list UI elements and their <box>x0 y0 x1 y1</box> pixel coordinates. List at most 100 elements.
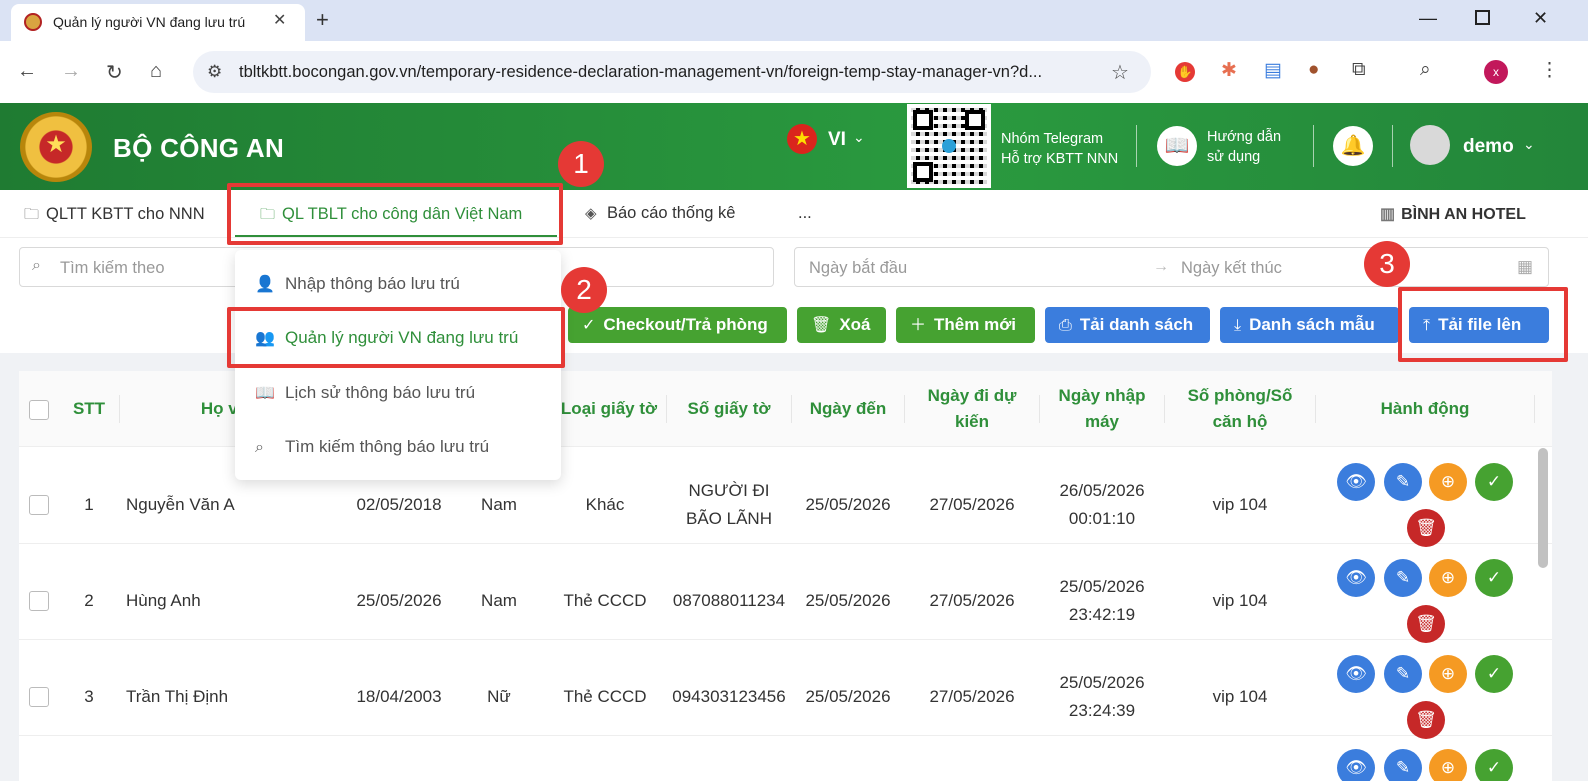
bookmark-star-icon[interactable]: ☆ <box>1111 60 1129 85</box>
minimize-icon[interactable]: — <box>1419 8 1437 29</box>
row-checkbox[interactable] <box>29 687 49 707</box>
annotation-box-upload <box>1398 287 1568 362</box>
user-guide-link[interactable]: Hướng dẫn sử dụng <box>1207 127 1281 167</box>
username-menu[interactable]: demo <box>1463 136 1514 158</box>
home-icon[interactable]: ⌂ <box>150 60 162 83</box>
col-actions: Hành động <box>1380 399 1470 418</box>
cell-doc-type: Khác <box>585 495 625 514</box>
add-circle-icon[interactable]: ⊕ <box>1429 463 1467 501</box>
site-settings-icon[interactable]: ⚙ <box>207 62 222 82</box>
check-circle-icon[interactable]: ✓ <box>1475 559 1513 597</box>
submenu-item-history[interactable]: 📖 Lịch sử thông báo lưu trú <box>255 383 475 403</box>
cell-room: vip 104 <box>1212 591 1268 610</box>
submenu-item-enter-notice[interactable]: 👤 Nhập thông báo lưu trú <box>255 274 460 294</box>
row-checkbox[interactable] <box>29 495 49 515</box>
adblock-extension-icon[interactable]: ✋ <box>1175 62 1195 82</box>
extension-icon[interactable]: ✱ <box>1221 59 1237 82</box>
edit-pencil-icon[interactable]: ✎ <box>1384 559 1422 597</box>
calendar-icon[interactable]: ▦ <box>1517 257 1533 277</box>
view-eye-icon[interactable]: 👁 <box>1337 749 1375 781</box>
new-tab-icon[interactable]: + <box>316 7 329 33</box>
menu-item-qltt-kbtt[interactable]: 🗀 QLTT KBTT cho NNN <box>24 204 205 229</box>
col-entry-date[interactable]: Ngày nhập máy <box>1042 383 1162 435</box>
address-bar[interactable]: ⚙ tbltkbtt.bocongan.gov.vn/temporary-res… <box>193 51 1151 93</box>
cell-departure: 27/05/2026 <box>929 495 1015 514</box>
back-icon[interactable]: ← <box>17 60 37 83</box>
chevron-down-icon[interactable]: ⌄ <box>1523 136 1535 153</box>
table-row[interactable]: 3 Trần Thị Định 18/04/2003 Nữ Thẻ CCCD 0… <box>19 640 1552 739</box>
col-room[interactable]: Số phòng/Số căn hộ <box>1167 383 1313 435</box>
view-eye-icon[interactable]: 👁 <box>1337 559 1375 597</box>
tab-search-icon[interactable]: ⌕ <box>1420 59 1431 81</box>
extension-doc-icon[interactable]: ▤ <box>1264 59 1282 82</box>
language-selector[interactable]: VI <box>828 129 846 151</box>
row-checkbox[interactable] <box>29 591 49 611</box>
profile-avatar[interactable]: x <box>1484 60 1508 84</box>
favicon-icon <box>24 13 42 31</box>
cell-name: Hùng Anh <box>126 591 201 610</box>
menu-item-more[interactable]: ... <box>798 204 812 223</box>
add-circle-icon[interactable]: ⊕ <box>1429 655 1467 693</box>
menu-item-report[interactable]: ◈ Báo cáo thống kê <box>585 204 735 223</box>
maximize-icon[interactable] <box>1475 10 1490 25</box>
download-list-button[interactable]: ⎙ Tải danh sách <box>1045 307 1210 343</box>
col-arrival[interactable]: Ngày đến <box>794 396 902 422</box>
table-scrollbar[interactable] <box>1538 448 1548 568</box>
delete-button[interactable]: 🗑 Xoá <box>797 307 886 343</box>
select-all-checkbox[interactable] <box>29 400 49 420</box>
cell-room: vip 104 <box>1212 495 1268 514</box>
telegram-support-link[interactable]: Nhóm Telegram Hỗ trợ KBTT NNN <box>1001 129 1118 169</box>
browser-menu-icon[interactable]: ⋮ <box>1540 59 1559 82</box>
edit-pencil-icon[interactable]: ✎ <box>1384 655 1422 693</box>
template-list-button[interactable]: ⤓ Danh sách mẫu <box>1220 307 1399 343</box>
start-date-field[interactable]: Ngày bắt đầu <box>809 259 907 278</box>
cell-arrival: 25/05/2026 <box>805 591 891 610</box>
cell-doc-no: 094303123456 <box>672 687 786 706</box>
user-avatar[interactable] <box>1410 125 1450 165</box>
reload-icon[interactable]: ↻ <box>106 60 123 85</box>
col-doc-no[interactable]: Số giấy tờ <box>669 396 789 422</box>
chevron-down-icon[interactable]: ⌄ <box>853 129 865 146</box>
view-eye-icon[interactable]: 👁 <box>1337 655 1375 693</box>
checkout-button[interactable]: ✓ Checkout/Trả phòng <box>568 307 787 343</box>
cell-stt: 1 <box>84 495 94 514</box>
cookie-extension-icon[interactable]: ● <box>1308 59 1319 81</box>
col-departure[interactable]: Ngày đi dự kiến <box>907 383 1037 435</box>
view-eye-icon[interactable]: 👁 <box>1337 463 1375 501</box>
check-circle-icon[interactable]: ✓ <box>1475 463 1513 501</box>
delete-trash-icon[interactable]: 🗑 <box>1407 701 1445 739</box>
annotation-badge-1: 1 <box>558 141 604 187</box>
submenu-item-search[interactable]: ⌕ Tìm kiếm thông báo lưu trú <box>255 437 489 457</box>
add-new-button[interactable]: ＋ Thêm mới <box>896 307 1035 343</box>
forward-icon[interactable]: → <box>61 60 81 83</box>
close-window-icon[interactable]: ✕ <box>1533 8 1548 29</box>
add-circle-icon[interactable]: ⊕ <box>1429 749 1467 781</box>
trash-icon: 🗑 <box>811 317 832 334</box>
tab-title: Quản lý người VN đang lưu trú <box>53 14 246 30</box>
date-range-picker[interactable]: Ngày bắt đầu → Ngày kết thúc ▦ <box>794 247 1549 287</box>
vietnam-flag-icon[interactable]: ★ <box>787 124 817 154</box>
end-date-field[interactable]: Ngày kết thúc <box>1181 259 1282 278</box>
cell-gender: Nữ <box>487 687 511 706</box>
notification-bell-icon[interactable]: 🔔 <box>1333 126 1373 166</box>
check-circle-icon[interactable]: ✓ <box>1475 655 1513 693</box>
edit-pencil-icon[interactable]: ✎ <box>1384 463 1422 501</box>
edit-pencil-icon[interactable]: ✎ <box>1384 749 1422 781</box>
check-circle-icon[interactable]: ✓ <box>1475 749 1513 781</box>
building-icon: ▥ <box>1380 206 1396 223</box>
delete-trash-icon[interactable]: 🗑 <box>1407 605 1445 643</box>
extensions-puzzle-icon[interactable]: ⧉ <box>1352 59 1366 81</box>
hotel-name: ▥ BÌNH AN HOTEL <box>1380 206 1526 223</box>
col-doc-type[interactable]: Loại giấy tờ <box>554 396 664 422</box>
browser-tab[interactable]: Quản lý người VN đang lưu trú ✕ <box>11 4 305 41</box>
table-row[interactable]: 2 Hùng Anh 25/05/2026 Nam Thẻ CCCD 08708… <box>19 544 1552 643</box>
annotation-box-menu <box>227 183 563 245</box>
delete-trash-icon[interactable]: 🗑 <box>1407 509 1445 547</box>
tab-close-icon[interactable]: ✕ <box>273 10 286 30</box>
user-guide-icon[interactable]: 📖 <box>1157 126 1197 166</box>
cell-gender: Nam <box>481 495 517 514</box>
browser-nav-bar: ← → ↻ ⌂ ⚙ tbltkbtt.bocongan.gov.vn/tempo… <box>0 41 1588 103</box>
add-circle-icon[interactable]: ⊕ <box>1429 559 1467 597</box>
annotation-badge-3: 3 <box>1364 241 1410 287</box>
printer-icon: ⎙ <box>1059 317 1072 334</box>
